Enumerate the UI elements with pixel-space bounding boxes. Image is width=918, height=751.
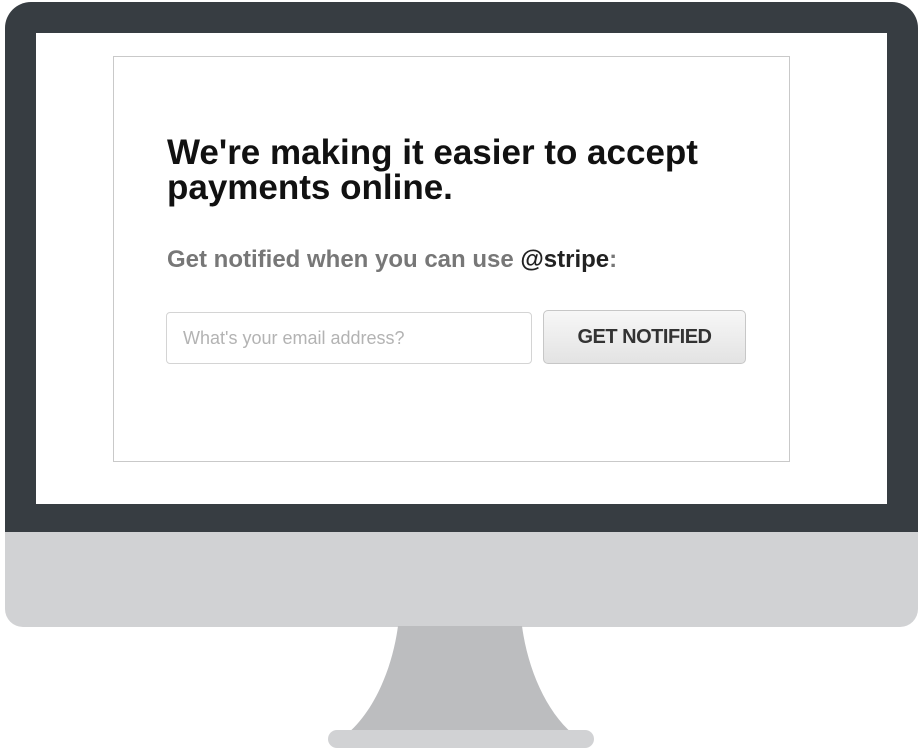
notify-prompt-text: Get notified when you can use bbox=[167, 246, 521, 273]
notify-prompt-colon: : bbox=[609, 246, 618, 273]
signup-card: We're making it easier to accept payment… bbox=[113, 56, 790, 462]
email-input[interactable] bbox=[166, 312, 532, 364]
monitor-stand-neck bbox=[342, 626, 578, 738]
monitor-screen: We're making it easier to accept payment… bbox=[36, 33, 887, 504]
monitor-stand bbox=[328, 626, 594, 748]
monitor-stand-base bbox=[328, 730, 594, 748]
monitor-chin bbox=[5, 532, 918, 627]
monitor-illustration: We're making it easier to accept payment… bbox=[0, 0, 918, 751]
stripe-handle-link[interactable]: @stripe bbox=[520, 246, 609, 273]
page-headline: We're making it easier to accept payment… bbox=[167, 133, 698, 207]
get-notified-button[interactable]: GET NOTIFIED bbox=[543, 310, 746, 364]
notify-prompt: Get notified when you can use @stripe: bbox=[167, 245, 617, 275]
